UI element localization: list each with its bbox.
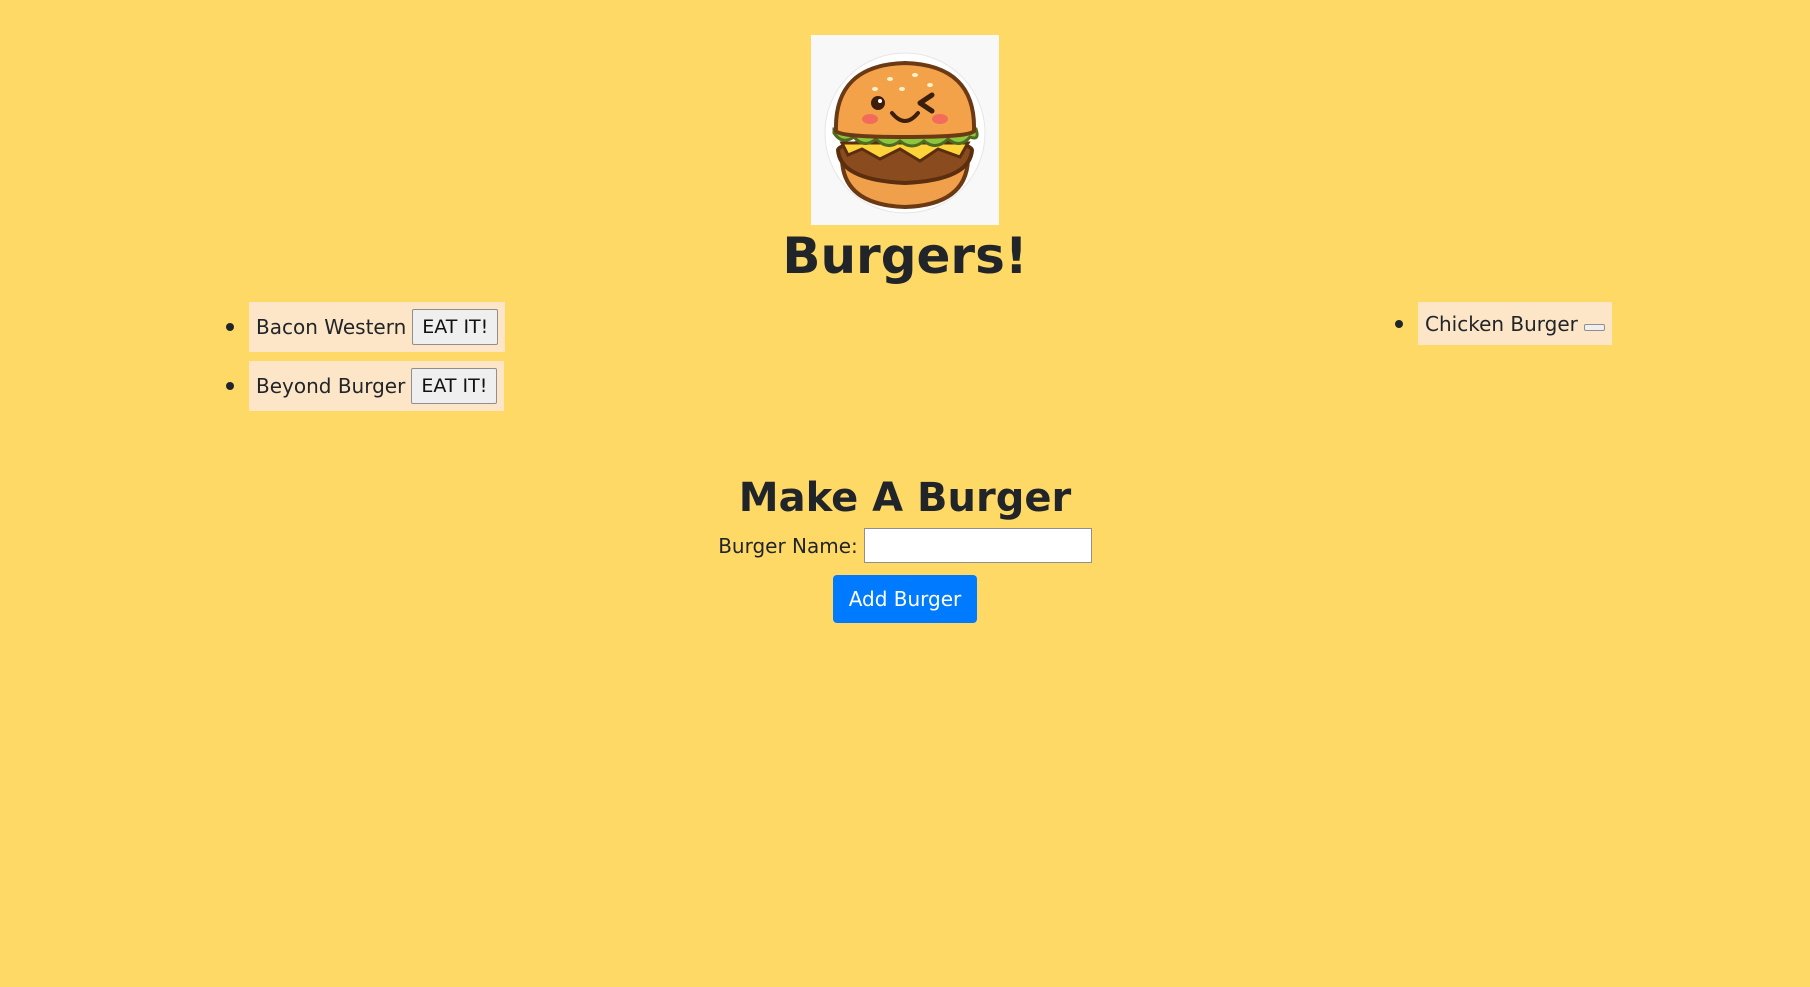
- page-title: Burgers!: [782, 227, 1028, 285]
- form-title: Make A Burger: [738, 475, 1072, 521]
- add-burger-button[interactable]: Add Burger: [832, 575, 978, 623]
- bullet-icon: [1395, 319, 1403, 328]
- bullet-icon: [226, 323, 234, 331]
- bullet-icon: [226, 382, 234, 390]
- burger-name: Chicken Burger: [1425, 311, 1578, 336]
- burger-mascot-icon: [824, 52, 986, 214]
- burger-item-box: Beyond Burger EAT IT!: [249, 361, 505, 411]
- make-burger-form: Make A Burger Burger Name: Add Burger: [0, 470, 1810, 623]
- eaten-burger-list: Chicken Burger: [1395, 302, 1612, 354]
- burger-name: Beyond Burger: [256, 374, 406, 398]
- devoured-button[interactable]: [1583, 324, 1605, 331]
- burger-logo: [811, 35, 999, 225]
- eat-it-button[interactable]: EAT IT!: [411, 368, 498, 404]
- burger-name-row: Burger Name:: [0, 528, 1810, 563]
- list-item: Bacon Western EAT IT!: [226, 302, 506, 352]
- list-item: Beyond Burger EAT IT!: [226, 361, 505, 411]
- uneaten-burger-list: Bacon Western EAT IT! Beyond Burger EAT …: [226, 302, 506, 420]
- burger-item-box: Bacon Western EAT IT!: [249, 302, 506, 352]
- eat-it-button[interactable]: EAT IT!: [412, 309, 499, 345]
- burger-name-label: Burger Name:: [718, 533, 858, 558]
- burger-name: Bacon Western: [256, 315, 407, 339]
- list-item: Chicken Burger: [1395, 302, 1612, 345]
- burger-item-box: Chicken Burger: [1418, 302, 1612, 345]
- burger-name-input[interactable]: [863, 528, 1092, 563]
